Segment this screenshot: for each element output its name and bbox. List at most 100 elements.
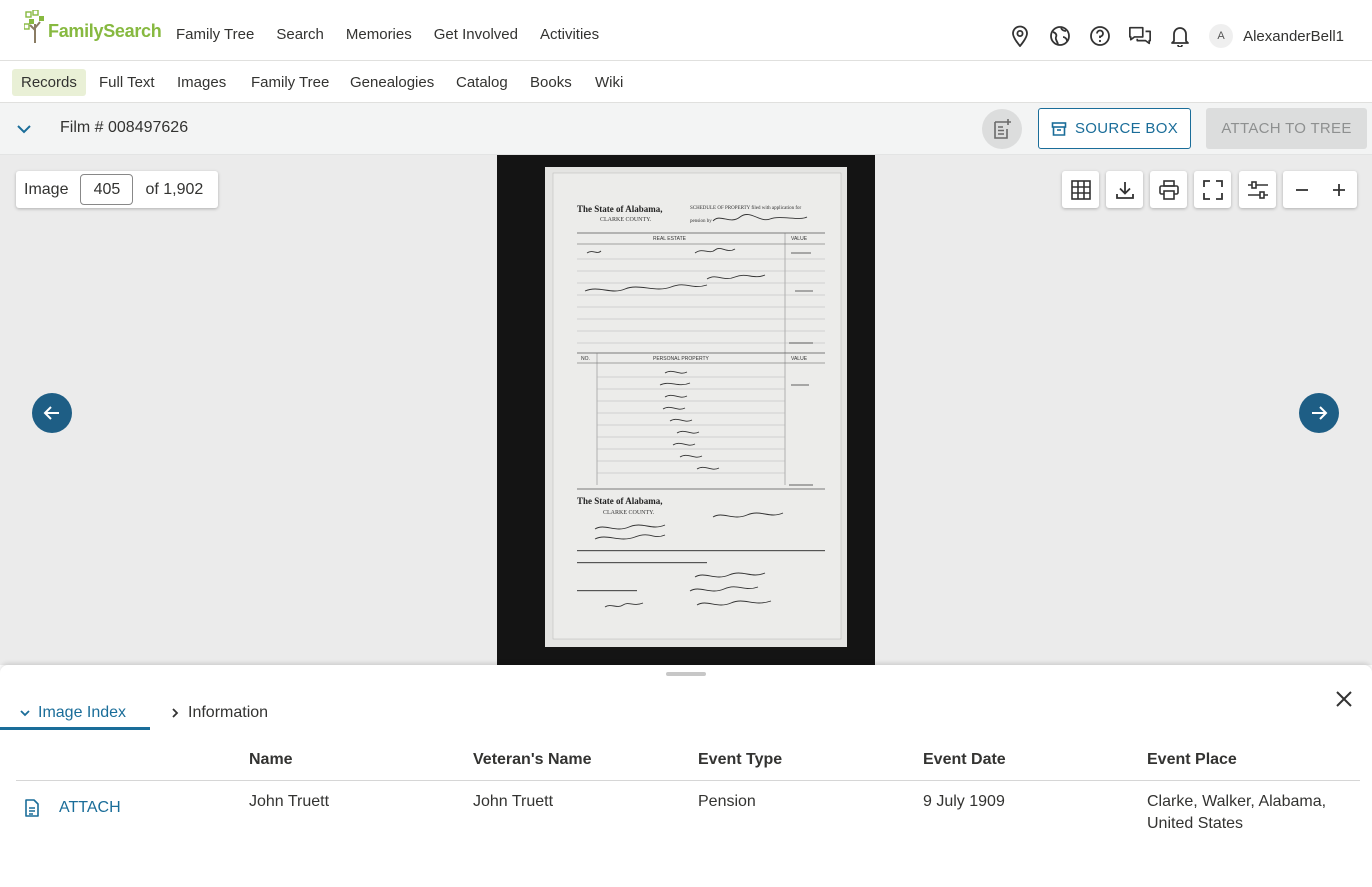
tab-information-label: Information: [188, 703, 269, 721]
image-index-panel: Image Index Information Name Veteran's N…: [0, 665, 1372, 887]
cell-event-date: 9 July 1909: [923, 793, 1005, 810]
svg-text:REAL ESTATE: REAL ESTATE: [653, 236, 687, 242]
tab-image-index[interactable]: Image Index: [18, 695, 126, 730]
film-bar: Film # 008497626 SOURCE BOX ATTACH TO TR…: [0, 103, 1372, 155]
svg-text:SCHEDULE OF PROPERTY filed wit: SCHEDULE OF PROPERTY filed with applicat…: [690, 206, 802, 211]
nav-activities[interactable]: Activities: [540, 26, 599, 43]
subnav-catalog[interactable]: Catalog: [447, 69, 517, 96]
archive-box-icon: [1051, 121, 1067, 136]
svg-text:The State of Alabama,: The State of Alabama,: [577, 204, 663, 214]
nav-search[interactable]: Search: [276, 26, 324, 43]
header-actions: A AlexanderBell1: [992, 17, 1372, 55]
chevron-right-icon: [172, 707, 179, 718]
next-image-button[interactable]: [1299, 393, 1339, 433]
table-header-divider: [16, 780, 1360, 781]
image-viewer[interactable]: The State of Alabama, CLARKE COUNTY. SCH…: [0, 155, 1372, 665]
grid-icon: [1070, 179, 1091, 200]
close-icon[interactable]: [1333, 688, 1355, 710]
tab-image-index-label: Image Index: [38, 703, 127, 721]
help-icon[interactable]: [1088, 24, 1112, 48]
print-button[interactable]: [1150, 171, 1187, 208]
panel-drag-handle[interactable]: [666, 672, 706, 676]
attach-to-tree-label: ATTACH TO TREE: [1221, 120, 1352, 137]
active-tab-indicator: [0, 727, 150, 730]
subnav-images[interactable]: Images: [168, 69, 235, 96]
event-place-line-1: Clarke, Walker, Alabama,: [1147, 793, 1327, 810]
main-nav: Family Tree Search Memories Get Involved…: [176, 26, 621, 43]
subnav-genealogies[interactable]: Genealogies: [341, 69, 443, 96]
download-button[interactable]: [1106, 171, 1143, 208]
arrow-right-icon: [1312, 406, 1328, 420]
pension-schedule-document: The State of Alabama, CLARKE COUNTY. SCH…: [545, 167, 847, 647]
map-pin-icon[interactable]: [1008, 24, 1032, 48]
bell-icon[interactable]: [1168, 24, 1192, 48]
attach-button[interactable]: ATTACH: [24, 799, 121, 817]
add-note-button[interactable]: [982, 109, 1022, 149]
record-image: The State of Alabama, CLARKE COUNTY. SCH…: [497, 155, 875, 665]
brand-name: FamilySearch: [48, 20, 162, 41]
chat-icon[interactable]: [1128, 24, 1152, 48]
download-icon: [1115, 181, 1134, 199]
svg-text:CLARKE COUNTY.: CLARKE COUNTY.: [600, 217, 652, 223]
cell-event-place: Clarke, Walker, Alabama, United States: [1147, 791, 1326, 835]
image-label: Image: [24, 180, 69, 198]
subnav-wiki[interactable]: Wiki: [586, 69, 632, 96]
zoom-out-button[interactable]: [1283, 171, 1320, 208]
arrow-left-icon: [43, 406, 59, 420]
adjust-image-button[interactable]: [1239, 171, 1276, 208]
column-header-name: Name: [249, 751, 293, 768]
print-icon: [1158, 179, 1179, 200]
subnav-full-text[interactable]: Full Text: [90, 69, 164, 96]
image-number-input[interactable]: [80, 174, 134, 205]
document-icon: [25, 799, 39, 817]
svg-text:VALUE: VALUE: [791, 236, 808, 242]
nav-family-tree[interactable]: Family Tree: [176, 26, 254, 43]
subnav-records[interactable]: Records: [12, 69, 86, 96]
tree-logo-icon: [24, 10, 44, 43]
chevron-down-icon[interactable]: [14, 119, 34, 139]
cell-name: John Truett: [249, 793, 330, 810]
svg-text:VALUE: VALUE: [791, 356, 808, 362]
top-header: FamilySearch Family Tree Search Memories…: [0, 0, 1372, 61]
svg-text:pension by: pension by: [690, 219, 712, 224]
avatar[interactable]: A: [1209, 24, 1234, 48]
nav-get-involved[interactable]: Get Involved: [434, 26, 518, 43]
familysearch-logo[interactable]: FamilySearch: [24, 10, 162, 44]
chevron-down-icon: [20, 709, 30, 716]
subnav-family-tree[interactable]: Family Tree: [242, 69, 338, 96]
column-header-event-type: Event Type: [698, 751, 783, 768]
adjust-icon: [1247, 180, 1268, 199]
column-header-event-place: Event Place: [1147, 751, 1237, 768]
tab-information[interactable]: Information: [168, 695, 268, 730]
svg-text:PERSONAL PROPERTY: PERSONAL PROPERTY: [653, 356, 710, 362]
film-title: Film # 008497626: [60, 119, 189, 136]
nav-memories[interactable]: Memories: [346, 26, 412, 43]
image-counter: Image of 1,902: [16, 171, 218, 208]
image-total: of 1,902: [145, 180, 204, 198]
records-subnav: Records Full Text Images Family Tree Gen…: [0, 61, 1372, 103]
column-header-veteran-name: Veteran's Name: [473, 751, 592, 768]
fullscreen-button[interactable]: [1194, 171, 1231, 208]
event-place-line-2: United States: [1147, 815, 1244, 832]
grid-view-button[interactable]: [1062, 171, 1099, 208]
username[interactable]: AlexanderBell1: [1243, 28, 1344, 45]
globe-icon[interactable]: [1048, 24, 1072, 48]
attach-label: ATTACH: [59, 799, 121, 816]
column-header-event-date: Event Date: [923, 751, 1006, 768]
zoom-out-icon: [1295, 188, 1308, 191]
svg-text:The State of Alabama,: The State of Alabama,: [577, 496, 663, 506]
zoom-in-icon: [1332, 183, 1345, 196]
previous-image-button[interactable]: [32, 393, 72, 433]
source-box-button[interactable]: SOURCE BOX: [1038, 108, 1191, 149]
note-icon: [994, 119, 1011, 139]
zoom-in-button[interactable]: [1320, 171, 1357, 208]
cell-event-type: Pension: [698, 793, 756, 810]
svg-text:NO.: NO.: [581, 356, 590, 362]
svg-text:CLARKE COUNTY.: CLARKE COUNTY.: [603, 510, 655, 516]
zoom-controls: [1283, 171, 1357, 208]
subnav-books[interactable]: Books: [521, 69, 581, 96]
attach-to-tree-button[interactable]: ATTACH TO TREE: [1206, 108, 1367, 149]
fullscreen-icon: [1202, 179, 1223, 200]
cell-veteran-name: John Truett: [473, 793, 554, 810]
source-box-label: SOURCE BOX: [1074, 120, 1179, 137]
